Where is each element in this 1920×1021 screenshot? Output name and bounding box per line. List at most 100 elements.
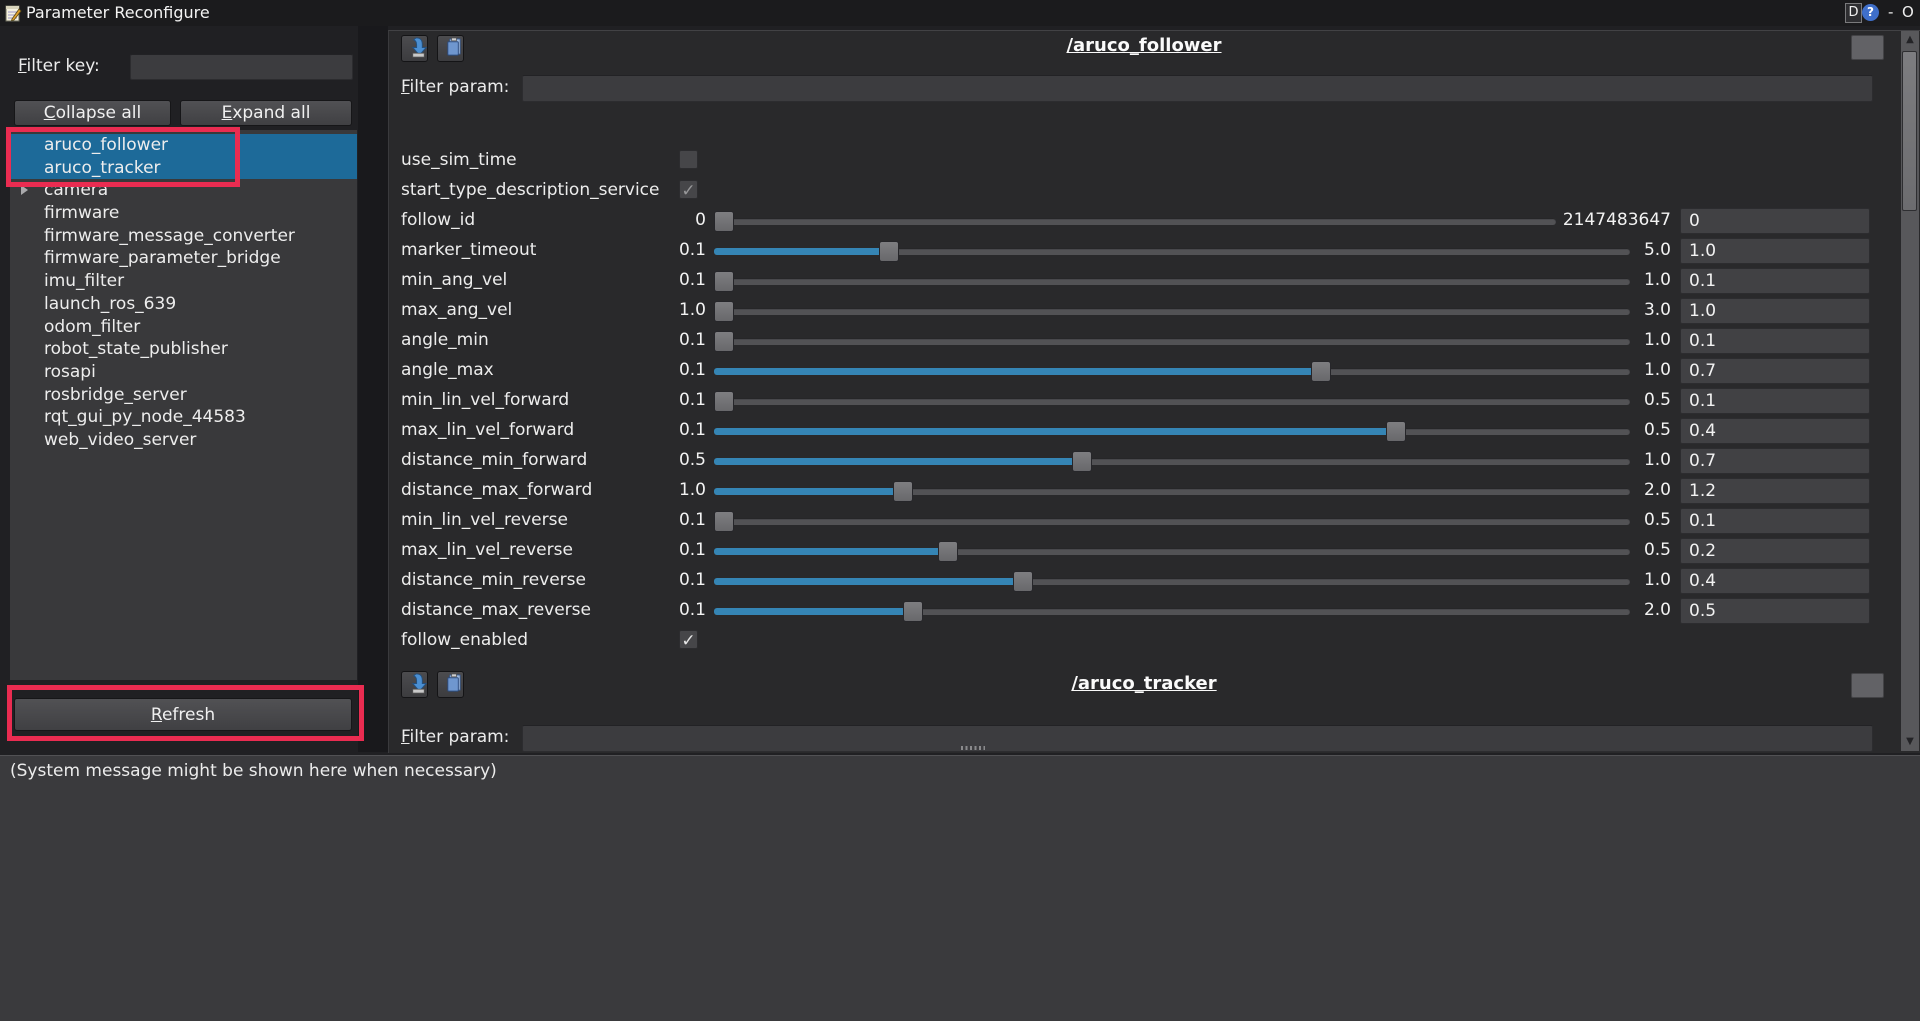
vertical-scrollbar[interactable]: ▲ ▼: [1901, 31, 1919, 751]
expander-icon[interactable]: [21, 185, 28, 195]
param-value-input-distance_min_reverse[interactable]: [1680, 568, 1870, 594]
minimize-button[interactable]: -: [1888, 3, 1893, 21]
param-row-marker_timeout: marker_timeout0.15.0: [389, 236, 1899, 266]
slider-handle[interactable]: [714, 511, 734, 532]
param-row-max_lin_vel_forward: max_lin_vel_forward0.10.5: [389, 416, 1899, 446]
slider-fill: [714, 248, 889, 255]
param-max-value: 0.5: [1471, 390, 1671, 410]
param-value-input-distance_max_forward[interactable]: [1680, 478, 1870, 504]
slider-handle[interactable]: [1072, 451, 1092, 472]
slider-fill: [714, 578, 1023, 585]
param-value-input-min_lin_vel_forward[interactable]: [1680, 388, 1870, 414]
param-label: use_sim_time: [401, 150, 517, 170]
slider-handle[interactable]: [714, 301, 734, 322]
param-checkbox-use_sim_time[interactable]: [679, 150, 698, 169]
param-max-value: 1.0: [1471, 570, 1671, 590]
param-value-input-max_ang_vel[interactable]: [1680, 298, 1870, 324]
param-label: angle_min: [401, 330, 489, 350]
horizontal-splitter-handle[interactable]: [961, 746, 985, 750]
param-slider-follow_id[interactable]: [714, 218, 1556, 225]
param-value-input-distance_max_reverse[interactable]: [1680, 598, 1870, 624]
panel-close-button-aruco-tracker[interactable]: [1851, 673, 1884, 698]
slider-handle[interactable]: [1311, 361, 1331, 382]
param-row-use_sim_time: use_sim_time: [389, 146, 1899, 176]
param-value-input-max_lin_vel_forward[interactable]: [1680, 418, 1870, 444]
tree-item-label: launch_ros_639: [44, 294, 176, 314]
param-min-value: 0.5: [506, 450, 706, 470]
filter-param-input-tracker[interactable]: [522, 725, 1873, 752]
tree-item-label: camera: [44, 180, 108, 200]
slider-handle[interactable]: [893, 481, 913, 502]
param-value-input-max_lin_vel_reverse[interactable]: [1680, 538, 1870, 564]
tree-item-aruco_follower[interactable]: aruco_follower: [10, 134, 357, 157]
tree-item-rosbridge_server[interactable]: rosbridge_server: [10, 384, 357, 407]
param-max-value: 0.5: [1471, 420, 1671, 440]
refresh-button[interactable]: Refresh: [14, 698, 352, 731]
scrollbar-up-button[interactable]: ▲: [1901, 31, 1919, 49]
param-value-input-angle_max[interactable]: [1680, 358, 1870, 384]
tree-item-firmware_message_converter[interactable]: firmware_message_converter: [10, 225, 357, 248]
param-checkbox-start_type_description_service[interactable]: ✓: [679, 180, 698, 199]
tree-item-rqt_gui_py_node_44583[interactable]: rqt_gui_py_node_44583: [10, 406, 357, 429]
slider-fill: [714, 368, 1321, 375]
param-value-input-angle_min[interactable]: [1680, 328, 1870, 354]
tree-item-label: aruco_tracker: [44, 158, 161, 178]
param-row-min_lin_vel_forward: min_lin_vel_forward0.10.5: [389, 386, 1899, 416]
param-min-value: 1.0: [506, 480, 706, 500]
param-max-value: 2.0: [1471, 600, 1671, 620]
tree-item-aruco_tracker[interactable]: aruco_tracker: [10, 157, 357, 180]
param-label: min_ang_vel: [401, 270, 507, 290]
slider-handle[interactable]: [879, 241, 899, 262]
param-label: max_ang_vel: [401, 300, 512, 320]
tree-item-firmware[interactable]: firmware: [10, 202, 357, 225]
param-min-value: 0.1: [506, 390, 706, 410]
param-max-value: 2147483647: [1471, 210, 1671, 230]
param-label: angle_max: [401, 360, 494, 380]
param-min-value: 0.1: [506, 360, 706, 380]
param-value-input-marker_timeout[interactable]: [1680, 238, 1870, 264]
param-label: follow_enabled: [401, 630, 528, 650]
tree-item-rosapi[interactable]: rosapi: [10, 361, 357, 384]
expand-all-button[interactable]: Expand all: [180, 100, 352, 126]
param-value-input-min_lin_vel_reverse[interactable]: [1680, 508, 1870, 534]
param-value-input-min_ang_vel[interactable]: [1680, 268, 1870, 294]
param-max-value: 1.0: [1471, 330, 1671, 350]
param-min-value: 0.1: [506, 570, 706, 590]
slider-handle[interactable]: [714, 211, 734, 232]
scrollbar-down-button[interactable]: ▼: [1901, 733, 1919, 751]
slider-handle[interactable]: [1013, 571, 1033, 592]
param-row-distance_min_forward: distance_min_forward0.51.0: [389, 446, 1899, 476]
param-min-value: 0.1: [506, 600, 706, 620]
param-max-value: 0.5: [1471, 540, 1671, 560]
tree-item-camera[interactable]: camera: [10, 179, 357, 202]
slider-handle[interactable]: [938, 541, 958, 562]
tree-item-firmware_parameter_bridge[interactable]: firmware_parameter_bridge: [10, 247, 357, 270]
filter-key-input[interactable]: [130, 54, 353, 80]
slider-handle[interactable]: [1386, 421, 1406, 442]
collapse-all-button[interactable]: Collapse all: [14, 100, 171, 126]
help-button[interactable]: ?: [1862, 4, 1879, 21]
param-checkbox-follow_enabled[interactable]: ✓: [679, 630, 698, 649]
window-title: Parameter Reconfigure: [26, 3, 210, 22]
tree-item-web_video_server[interactable]: web_video_server: [10, 429, 357, 452]
scrollbar-thumb[interactable]: [1902, 51, 1917, 211]
slider-handle[interactable]: [714, 391, 734, 412]
slider-handle[interactable]: [714, 331, 734, 352]
param-max-value: 0.5: [1471, 510, 1671, 530]
tree-item-robot_state_publisher[interactable]: robot_state_publisher: [10, 338, 357, 361]
tree-item-imu_filter[interactable]: imu_filter: [10, 270, 357, 293]
slider-handle[interactable]: [903, 601, 923, 622]
tree-item-label: web_video_server: [44, 430, 196, 450]
node-tree[interactable]: aruco_followeraruco_trackercamerafirmwar…: [10, 130, 357, 680]
param-row-start_type_description_service: start_type_description_service✓: [389, 176, 1899, 206]
slider-fill: [714, 608, 913, 615]
status-message: (System message might be shown here when…: [10, 761, 497, 781]
close-button[interactable]: O: [1902, 3, 1914, 21]
tree-item-odom_filter[interactable]: odom_filter: [10, 316, 357, 339]
param-max-value: 1.0: [1471, 360, 1671, 380]
param-value-input-distance_min_forward[interactable]: [1680, 448, 1870, 474]
slider-handle[interactable]: [714, 271, 734, 292]
dock-button[interactable]: D: [1845, 3, 1862, 23]
param-value-input-follow_id[interactable]: [1680, 208, 1870, 234]
tree-item-launch_ros_639[interactable]: launch_ros_639: [10, 293, 357, 316]
